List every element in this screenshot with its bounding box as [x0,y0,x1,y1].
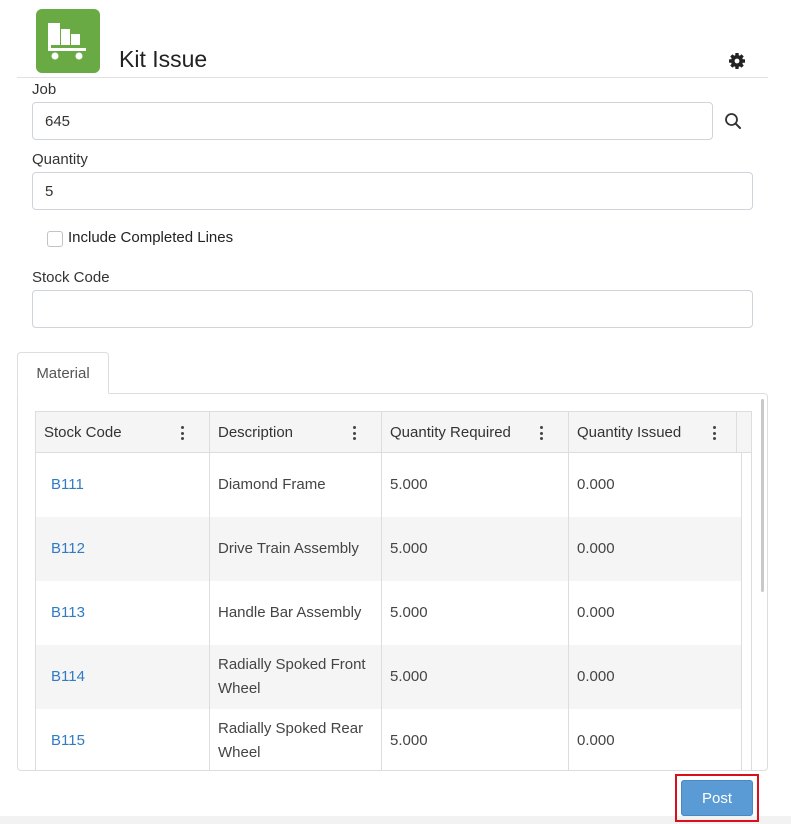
grid-header: Stock Code Description Quantity Required… [36,412,751,453]
cell-quantity-issued: 0.000 [569,517,742,581]
cell-stock-code: B115 [36,709,210,770]
grid-scrollbar[interactable] [761,399,764,592]
post-button[interactable]: Post [681,780,753,816]
cell-description: Diamond Frame [210,453,382,517]
include-completed-checkbox[interactable] [47,231,63,247]
cell-description: Radially Spoked Front Wheel [210,645,382,709]
job-field[interactable] [32,102,713,140]
cell-quantity-required: 5.000 [382,645,569,709]
cell-description: Radially Spoked Rear Wheel [210,709,382,770]
cell-quantity-issued: 0.000 [569,453,742,517]
table-row[interactable]: B114 Radially Spoked Front Wheel 5.000 0… [36,645,742,709]
cell-quantity-issued: 0.000 [569,581,742,645]
cell-quantity-issued: 0.000 [569,645,742,709]
column-header-label: Quantity Issued [577,423,682,441]
material-panel: Stock Code Description Quantity Required… [17,393,768,771]
cart-boxes-icon [48,23,86,60]
stock-code-link[interactable]: B111 [51,473,84,497]
page-title: Kit Issue [119,46,208,72]
cell-stock-code: B113 [36,581,210,645]
stock-code-link[interactable]: B112 [51,537,85,561]
cell-quantity-required: 5.000 [382,517,569,581]
tab-material[interactable]: Material [17,352,109,394]
cell-quantity-required: 5.000 [382,709,569,770]
search-icon[interactable] [720,108,746,134]
cell-quantity-required: 5.000 [382,453,569,517]
app-icon [36,9,100,73]
cell-quantity-issued: 0.000 [569,709,742,770]
stock-code-link[interactable]: B114 [51,665,85,689]
cell-stock-code: B114 [36,645,210,709]
cell-quantity-required: 5.000 [382,581,569,645]
job-label: Job [32,81,57,98]
column-header-label: Stock Code [44,423,122,441]
stock-code-field[interactable] [32,290,753,328]
table-row[interactable]: B115 Radially Spoked Rear Wheel 5.000 0.… [36,709,742,770]
stock-code-link[interactable]: B113 [51,601,85,625]
cell-description: Drive Train Assembly [210,517,382,581]
column-menu-icon[interactable] [178,425,186,441]
table-row[interactable]: B113 Handle Bar Assembly 5.000 0.000 [36,581,742,645]
quantity-field[interactable] [32,172,753,210]
cell-stock-code: B111 [36,453,210,517]
column-menu-icon[interactable] [537,425,545,441]
material-grid: Stock Code Description Quantity Required… [35,411,752,770]
gear-icon[interactable] [727,51,747,71]
column-menu-icon[interactable] [350,425,358,441]
table-row[interactable]: B111 Diamond Frame 5.000 0.000 [36,453,742,517]
table-row[interactable]: B112 Drive Train Assembly 5.000 0.000 [36,517,742,581]
column-header-label: Quantity Required [390,423,511,441]
column-menu-icon[interactable] [710,425,718,441]
stock-code-link[interactable]: B115 [51,729,85,753]
cell-stock-code: B112 [36,517,210,581]
stock-code-label: Stock Code [32,269,110,286]
include-completed-label: Include Completed Lines [68,229,234,246]
column-header-label: Description [218,423,294,441]
footer-bar [0,816,791,824]
cell-description: Handle Bar Assembly [210,581,382,645]
header-divider [17,77,768,78]
quantity-label: Quantity [32,151,88,168]
